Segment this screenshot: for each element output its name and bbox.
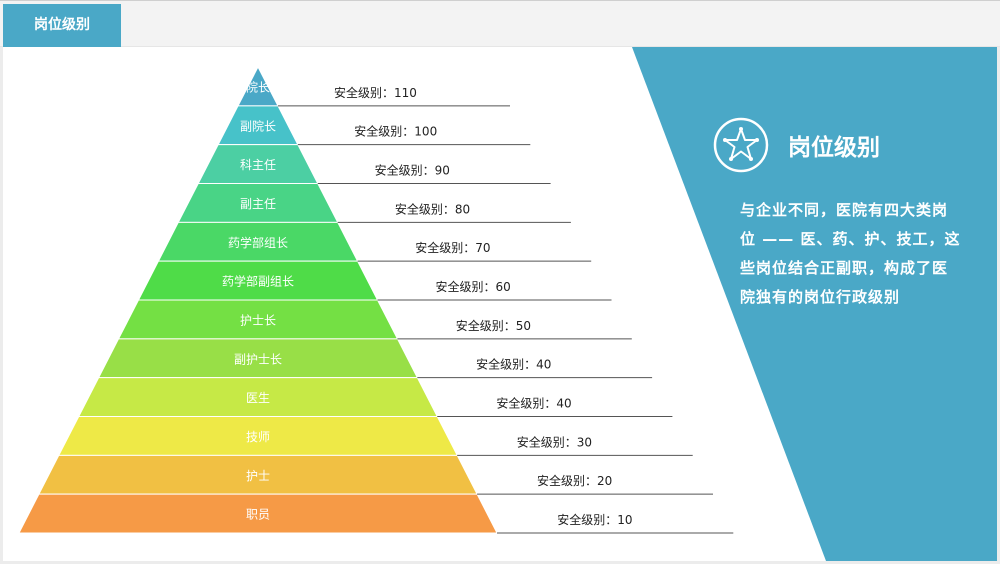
pyramid-tier-label: 药学部组长: [228, 235, 288, 250]
security-level-label: 安全级别：90: [375, 163, 450, 178]
pyramid-tier-label: 医生: [246, 391, 270, 405]
pyramid-tier-label: 副主任: [240, 197, 276, 211]
security-level-label: 安全级别：40: [476, 357, 551, 372]
security-level-label: 安全级别：110: [334, 85, 417, 100]
panel-description: 与企业不同，医院有四大类岗位 —— 医、药、护、技工，这些岗位结合正副职，构成了…: [740, 201, 961, 306]
pyramid-tier-label: 技师: [246, 430, 270, 444]
pyramid-tier-label: 药学部副组长: [222, 274, 294, 289]
star-badge-icon: [712, 116, 770, 174]
pyramid-tier-label: 护士长: [240, 313, 276, 327]
pyramid-tier-label: 职员: [246, 508, 270, 522]
pyramid-tier-label: 护士: [246, 469, 270, 483]
pyramid-tier-label: 科主任: [240, 158, 276, 172]
security-level-label: 安全级别：100: [354, 124, 437, 139]
security-level-label: 安全级别：60: [436, 279, 511, 294]
panel-title: 岗位级别: [788, 135, 880, 161]
security-level-label: 安全级别：30: [517, 434, 592, 449]
security-level-label: 安全级别：10: [557, 512, 632, 527]
security-level-label: 安全级别：70: [415, 240, 490, 255]
pyramid-tier-label: 副护士长: [234, 352, 282, 366]
security-level-label: 安全级别：20: [537, 473, 612, 488]
security-level-label: 安全级别：80: [395, 201, 470, 216]
security-level-label: 安全级别：40: [496, 396, 571, 411]
security-level-label: 安全级别：50: [456, 318, 531, 333]
pyramid-tier-label: 副院长: [240, 119, 276, 133]
pyramid-tier-label: 院长: [246, 80, 270, 94]
